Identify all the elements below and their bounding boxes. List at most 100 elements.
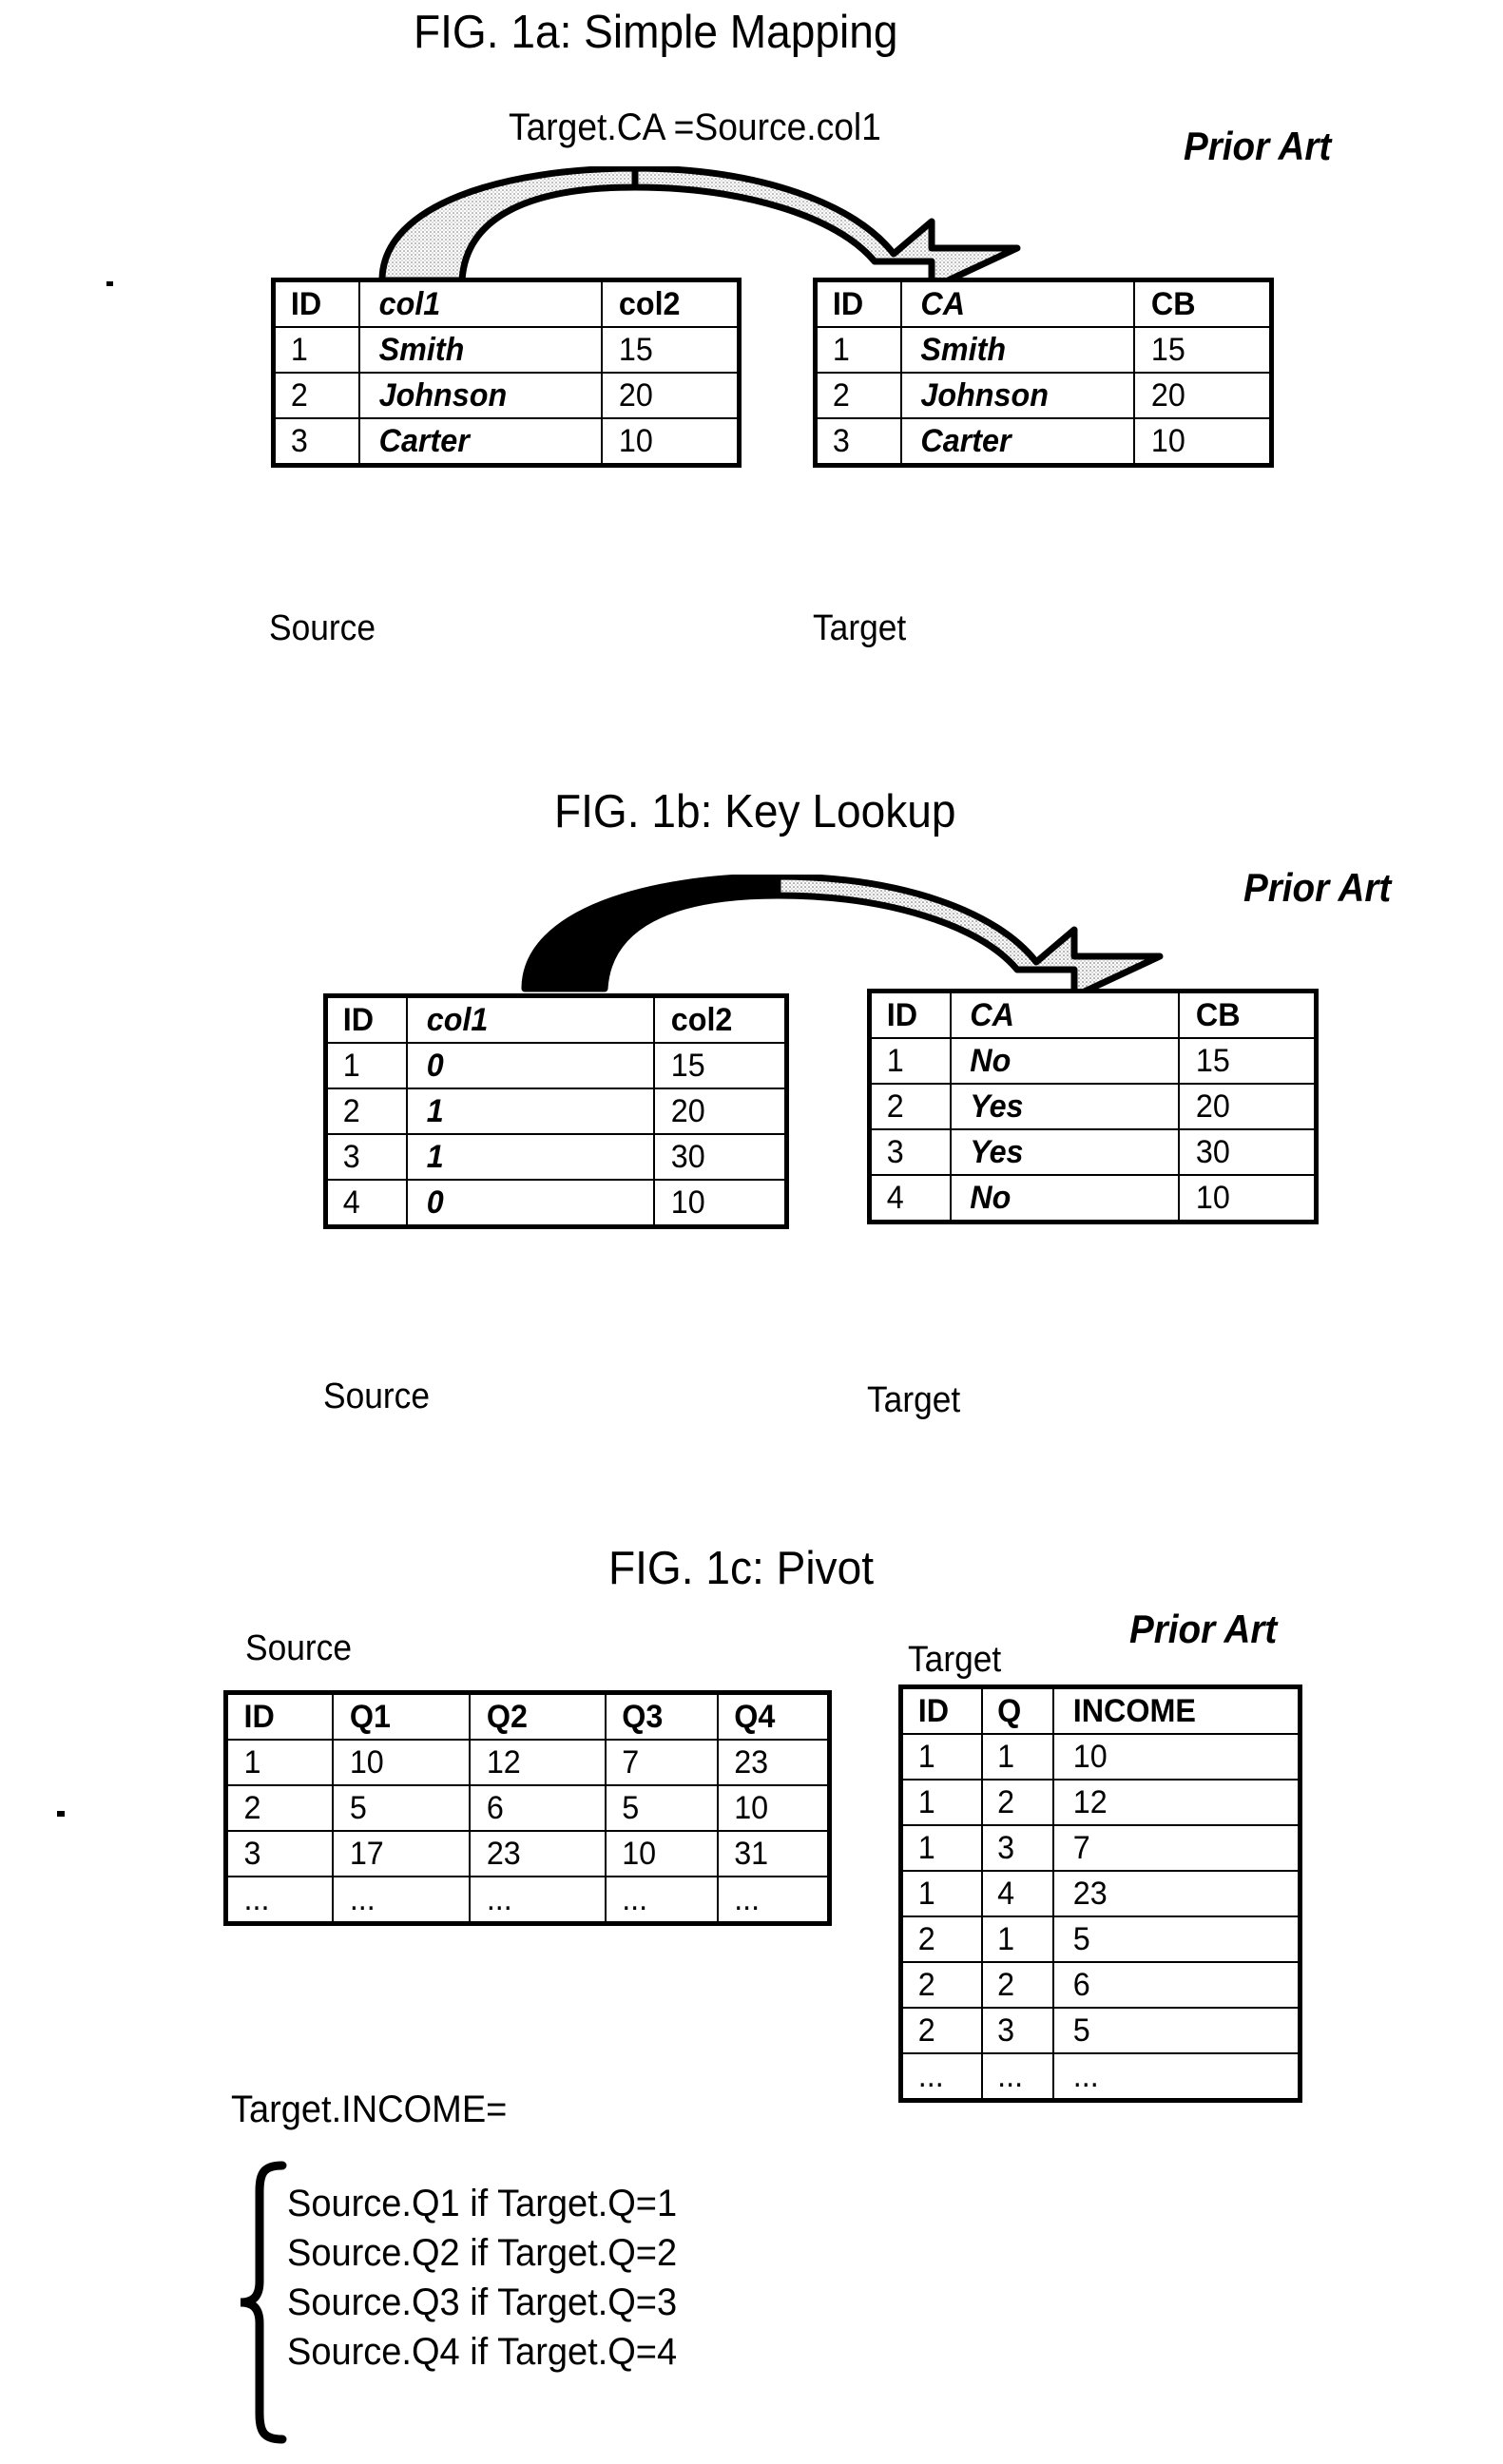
fig-1b-target-table: ID CA CB 1 No 15 2 Yes 20 3 Yes 30 4 No … [867, 989, 1319, 1224]
cell-q2: 12 [472, 1739, 604, 1786]
col-header-ca: CA [905, 279, 1129, 328]
fig-1a-title: FIG. 1a: Simple Mapping [414, 7, 898, 58]
fig-1c-target-table: ID Q INCOME 1 1 10 1 2 12 1 3 7 1 4 23 2… [898, 1684, 1302, 2103]
cell-q: 1 [982, 1915, 1052, 1963]
cell-cb: 30 [1181, 1128, 1314, 1176]
table-row: 1 0 15 [326, 1042, 787, 1089]
cell-income: 10 [1058, 1733, 1295, 1781]
cell-ca: Johnson [905, 372, 1129, 419]
cell-id: 2 [274, 372, 358, 419]
col-header-income: INCOME [1058, 1685, 1295, 1735]
cell-id: 2 [227, 1784, 332, 1832]
col-header-id: ID [274, 279, 358, 328]
cell-ca: Yes [954, 1128, 1174, 1176]
cell-cb: 20 [1181, 1083, 1314, 1130]
table-header-row: ID CA CB [870, 990, 1317, 1039]
table-row: 1 Smith 15 [816, 326, 1272, 374]
col-header-id: ID [901, 1685, 981, 1735]
cell-id: 4 [326, 1179, 406, 1228]
fig-1b-title: FIG. 1b: Key Lookup [554, 786, 956, 837]
table-row: 2 3 5 [901, 2007, 1301, 2054]
cell-id: 3 [326, 1133, 406, 1181]
fig-1a-source-caption: Source [269, 608, 376, 648]
cell-col1: 1 [412, 1088, 648, 1135]
col-header-ca: CA [954, 990, 1174, 1039]
table-row: 2 Johnson 20 [816, 372, 1272, 419]
cell-ca: Carter [905, 417, 1129, 467]
cell-q4: ... [719, 1876, 828, 1925]
table-row: 1 Smith 15 [274, 326, 740, 374]
col-header-q1: Q1 [335, 1691, 467, 1741]
cell-id: 3 [274, 417, 358, 467]
cell-ca: No [954, 1174, 1174, 1223]
cell-id: 1 [274, 326, 358, 374]
cell-id: 1 [326, 1042, 406, 1089]
cell-id: 2 [901, 1915, 981, 1963]
col-header-col1: col1 [412, 994, 648, 1044]
formula-line: Source.Q4 if Target.Q=4 [287, 2331, 678, 2373]
fig-1a-mapping-arrow [361, 166, 1084, 290]
cell-id: 3 [870, 1128, 950, 1176]
cell-id: 1 [901, 1824, 981, 1872]
table-row: 3 Carter 10 [274, 417, 740, 467]
fig-1c-formula-lines: Source.Q1 if Target.Q=1 Source.Q2 if Tar… [287, 2179, 698, 2377]
table-row: 2 1 5 [901, 1915, 1301, 1963]
cell-q2: 6 [472, 1784, 604, 1832]
cell-q: 4 [982, 1870, 1052, 1917]
col-header-id: ID [816, 279, 900, 328]
table-row: ... ... ... [901, 2052, 1301, 2102]
cell-id: 1 [870, 1037, 950, 1085]
cell-q1: ... [335, 1876, 467, 1925]
fig-1b-prior-art-label: Prior Art [1243, 865, 1392, 910]
col-header-id: ID [227, 1691, 332, 1741]
fig-1a-source-table: ID col1 col2 1 Smith 15 2 Johnson 20 3 C… [271, 278, 742, 468]
table-row: 2 Yes 20 [870, 1083, 1317, 1130]
fig-1c-title: FIG. 1c: Pivot [608, 1543, 875, 1594]
cell-cb: 20 [1136, 372, 1269, 419]
cell-cb: 10 [1136, 417, 1269, 467]
cell-col2: 15 [604, 326, 737, 374]
table-row: 3 1 30 [326, 1133, 787, 1181]
cell-id: 1 [816, 326, 900, 374]
cell-q3: 7 [607, 1739, 716, 1786]
cell-id: 1 [901, 1733, 981, 1781]
fig-1b-target-caption: Target [867, 1380, 961, 1420]
table-header-row: ID Q INCOME [901, 1685, 1301, 1735]
cell-col1: 0 [412, 1179, 648, 1228]
cell-id: 2 [870, 1083, 950, 1130]
col-header-col2: col2 [656, 994, 784, 1044]
cell-income: 12 [1058, 1779, 1295, 1826]
cell-id: 3 [227, 1830, 332, 1877]
table-row: 2 5 6 5 10 [226, 1784, 830, 1832]
cell-col2: 10 [604, 417, 737, 467]
table-row: 1 No 15 [870, 1037, 1317, 1085]
table-header-row: ID col1 col2 [326, 994, 787, 1044]
fig-1c-source-table: ID Q1 Q2 Q3 Q4 1 10 12 7 23 2 5 6 5 10 3… [223, 1690, 832, 1926]
col-header-cb: CB [1136, 279, 1269, 328]
fig-1b-mapping-arrow [504, 875, 1226, 998]
cell-col1: Smith [363, 326, 597, 374]
col-header-id: ID [326, 994, 406, 1044]
cell-ca: Smith [905, 326, 1129, 374]
fig-1c-source-caption: Source [245, 1628, 352, 1668]
cell-id: 3 [816, 417, 900, 467]
col-header-q4: Q4 [719, 1691, 828, 1741]
table-row: 1 2 12 [901, 1779, 1301, 1826]
cell-col1: 1 [412, 1133, 648, 1181]
cell-cb: 15 [1181, 1037, 1314, 1085]
col-header-q2: Q2 [472, 1691, 604, 1741]
table-row: 2 Johnson 20 [274, 372, 740, 419]
table-row: 4 No 10 [870, 1174, 1317, 1223]
fig-1c-formula-brace [235, 2160, 292, 2445]
table-header-row: ID Q1 Q2 Q3 Q4 [226, 1691, 830, 1741]
cell-id: 1 [901, 1779, 981, 1826]
fig-1a-expression: Target.CA =Source.col1 [509, 106, 881, 148]
cell-col2: 10 [656, 1179, 784, 1228]
cell-q1: 17 [335, 1830, 467, 1877]
cell-q4: 23 [719, 1739, 828, 1786]
cell-col2: 20 [604, 372, 737, 419]
cell-q2: ... [472, 1876, 604, 1925]
table-row: 4 0 10 [326, 1179, 787, 1228]
table-row: 1 3 7 [901, 1824, 1301, 1872]
cell-ca: Yes [954, 1083, 1174, 1130]
